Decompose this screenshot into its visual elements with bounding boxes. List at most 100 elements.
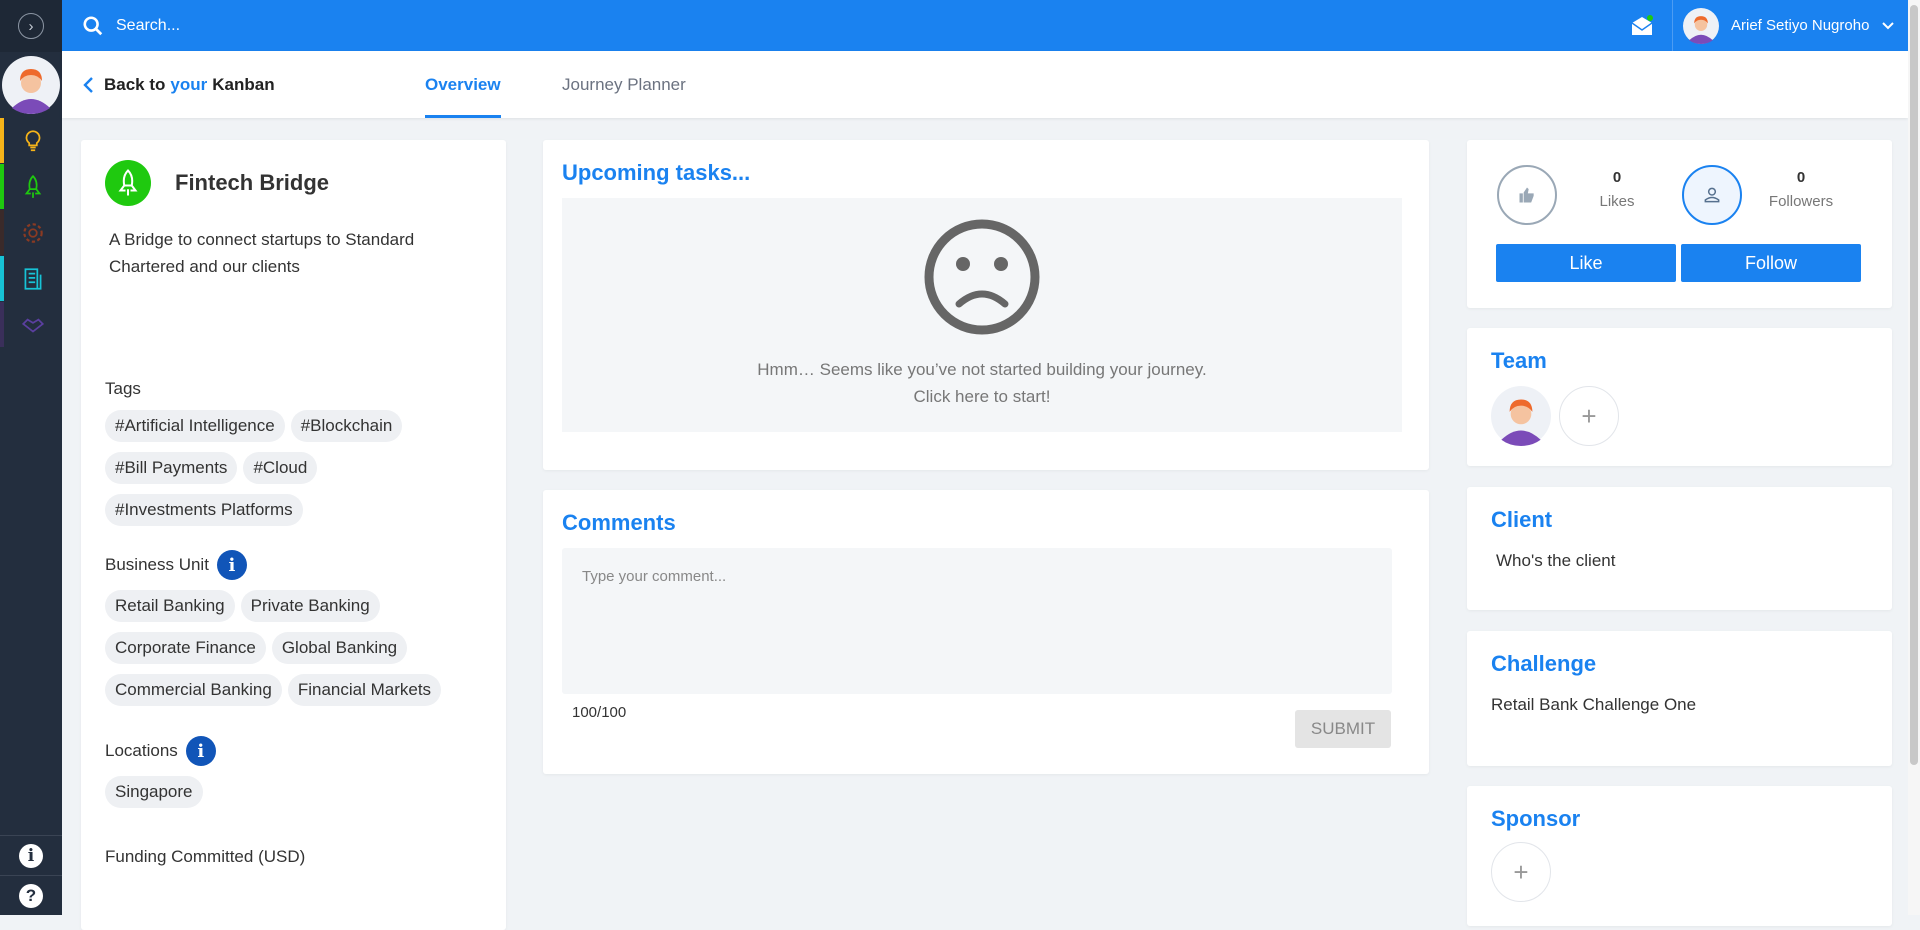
rocket-icon: [118, 169, 138, 196]
client-card: Client Who's the client: [1467, 487, 1892, 610]
char-counter: 100/100: [572, 704, 627, 721]
sidebar: › i ?: [0, 0, 62, 915]
sidebar-item-partners[interactable]: [0, 302, 62, 347]
follow-button[interactable]: Follow: [1681, 244, 1861, 282]
sidebar-item-settings[interactable]: [0, 210, 62, 255]
tag-chip[interactable]: #Artificial Intelligence: [105, 410, 285, 442]
business-unit-chip[interactable]: Retail Banking: [105, 590, 235, 622]
comments-card: Comments Type your comment... 100/100 SU…: [543, 490, 1429, 774]
sponsor-title: Sponsor: [1491, 806, 1581, 831]
submit-button[interactable]: SUBMIT: [1295, 710, 1391, 748]
chevron-left-icon: [83, 76, 93, 93]
info-button[interactable]: i: [0, 835, 62, 875]
locations-list: Singapore: [105, 776, 475, 818]
help-button[interactable]: ?: [0, 875, 62, 915]
user-name: Arief Setiyo Nugroho: [1731, 17, 1870, 34]
likes-count: 0: [1612, 169, 1622, 186]
project-name: Fintech Bridge: [175, 170, 330, 195]
tags-label: Tags: [105, 374, 482, 404]
empty-cta[interactable]: Click here to start!: [914, 383, 1051, 410]
project-details-card: Fintech Bridge A Bridge to connect start…: [81, 140, 506, 930]
plus-icon: +: [1581, 400, 1597, 431]
add-sponsor-button[interactable]: +: [1491, 842, 1551, 902]
funding-label-text: Funding Committed (USD): [105, 847, 306, 866]
user-avatar: [1683, 7, 1719, 44]
business-unit-label: Business Unit i: [105, 550, 482, 580]
sidebar-avatar[interactable]: [0, 52, 62, 118]
back-link-prefix: Back to: [104, 74, 166, 94]
followers-count: 0: [1796, 169, 1806, 186]
chevron-down-icon: [1882, 21, 1894, 29]
business-unit-chip[interactable]: Global Banking: [271, 632, 408, 664]
business-unit-list: Retail Banking Private Banking Corporate…: [105, 590, 475, 716]
sidebar-item-ideas[interactable]: [0, 118, 62, 163]
location-chip[interactable]: Singapore: [105, 776, 203, 808]
back-link[interactable]: Back to your Kanban: [82, 51, 275, 118]
sidebar-toggle[interactable]: ›: [0, 0, 62, 52]
comments-title: Comments: [562, 510, 676, 535]
plus-icon: +: [1513, 856, 1529, 887]
comment-input[interactable]: Type your comment...: [562, 548, 1392, 694]
business-unit-label-text: Business Unit: [105, 555, 209, 574]
lightbulb-icon: [25, 129, 41, 151]
project-description: A Bridge to connect startups to Standard…: [109, 230, 415, 276]
tag-chip[interactable]: #Cloud: [243, 452, 318, 484]
thumbs-up-icon: [1519, 187, 1534, 203]
challenge-title: Challenge: [1491, 651, 1597, 676]
funding-label: Funding Committed (USD): [105, 842, 482, 872]
top-bar: Search... Arief Setiyo Nugroho: [62, 0, 1908, 51]
sidebar-item-projects[interactable]: [0, 164, 62, 209]
search-bar[interactable]: Search...: [82, 15, 1612, 37]
engagement-card: 0 Likes 0 Followers Like Follow: [1467, 140, 1892, 308]
add-team-member-button[interactable]: +: [1559, 386, 1619, 446]
info-icon[interactable]: i: [185, 736, 216, 766]
sidebar-item-documents[interactable]: [0, 256, 62, 301]
page-scrollbar[interactable]: [1908, 0, 1920, 915]
likes-label: Likes: [1599, 193, 1635, 210]
upcoming-tasks-title: Upcoming tasks...: [562, 160, 751, 185]
team-title: Team: [1491, 348, 1547, 373]
followers-stat: [1682, 165, 1742, 225]
tab-journey-planner[interactable]: Journey Planner: [562, 51, 686, 118]
empty-message: Hmm… Seems like you’ve not started build…: [757, 360, 1207, 379]
info-icon: i: [19, 843, 43, 868]
help-icon: ?: [19, 883, 43, 908]
gear-icon: [23, 222, 43, 243]
rocket-icon: [24, 174, 42, 198]
avatar-icon: [2, 56, 60, 114]
likes-stat: [1497, 165, 1557, 225]
person-icon: [1704, 187, 1720, 203]
tab-overview[interactable]: Overview: [425, 51, 501, 118]
followers-label: Followers: [1768, 193, 1834, 210]
business-unit-chip[interactable]: Commercial Banking: [105, 674, 282, 706]
business-unit-chip[interactable]: Corporate Finance: [105, 632, 266, 664]
search-input[interactable]: Search...: [116, 17, 180, 35]
scrollbar-thumb[interactable]: [1910, 5, 1918, 765]
notifications-button[interactable]: [1612, 14, 1672, 38]
business-unit-chip[interactable]: Financial Markets: [287, 674, 442, 706]
locations-label-text: Locations: [105, 741, 178, 760]
tags-label-text: Tags: [105, 379, 141, 398]
handshake-icon: [21, 317, 45, 333]
tag-chip[interactable]: #Blockchain: [290, 410, 403, 442]
tags-list: #Artificial Intelligence #Blockchain #Bi…: [105, 410, 475, 536]
like-button[interactable]: Like: [1496, 244, 1676, 282]
team-member-avatar[interactable]: [1491, 386, 1551, 446]
mail-icon: [1631, 14, 1653, 35]
project-icon: [105, 160, 151, 206]
back-link-your: your: [170, 74, 208, 94]
sponsor-card: Sponsor +: [1467, 786, 1892, 926]
sad-face-icon: [924, 219, 1040, 335]
chevron-right-icon: ›: [18, 13, 44, 39]
challenge-value: Retail Bank Challenge One: [1491, 695, 1697, 714]
tag-chip[interactable]: #Investments Platforms: [105, 494, 303, 526]
user-menu[interactable]: Arief Setiyo Nugroho: [1672, 0, 1908, 51]
client-value[interactable]: Who's the client: [1496, 551, 1868, 571]
info-icon[interactable]: i: [216, 550, 247, 580]
business-unit-chip[interactable]: Private Banking: [240, 590, 380, 622]
tag-chip[interactable]: #Bill Payments: [105, 452, 238, 484]
team-card: Team +: [1467, 328, 1892, 466]
upcoming-tasks-card: Upcoming tasks... Hmm… Seems like you’ve…: [543, 140, 1429, 470]
challenge-card: Challenge Retail Bank Challenge One: [1467, 631, 1892, 766]
empty-journey-state[interactable]: Hmm… Seems like you’ve not started build…: [562, 198, 1402, 432]
